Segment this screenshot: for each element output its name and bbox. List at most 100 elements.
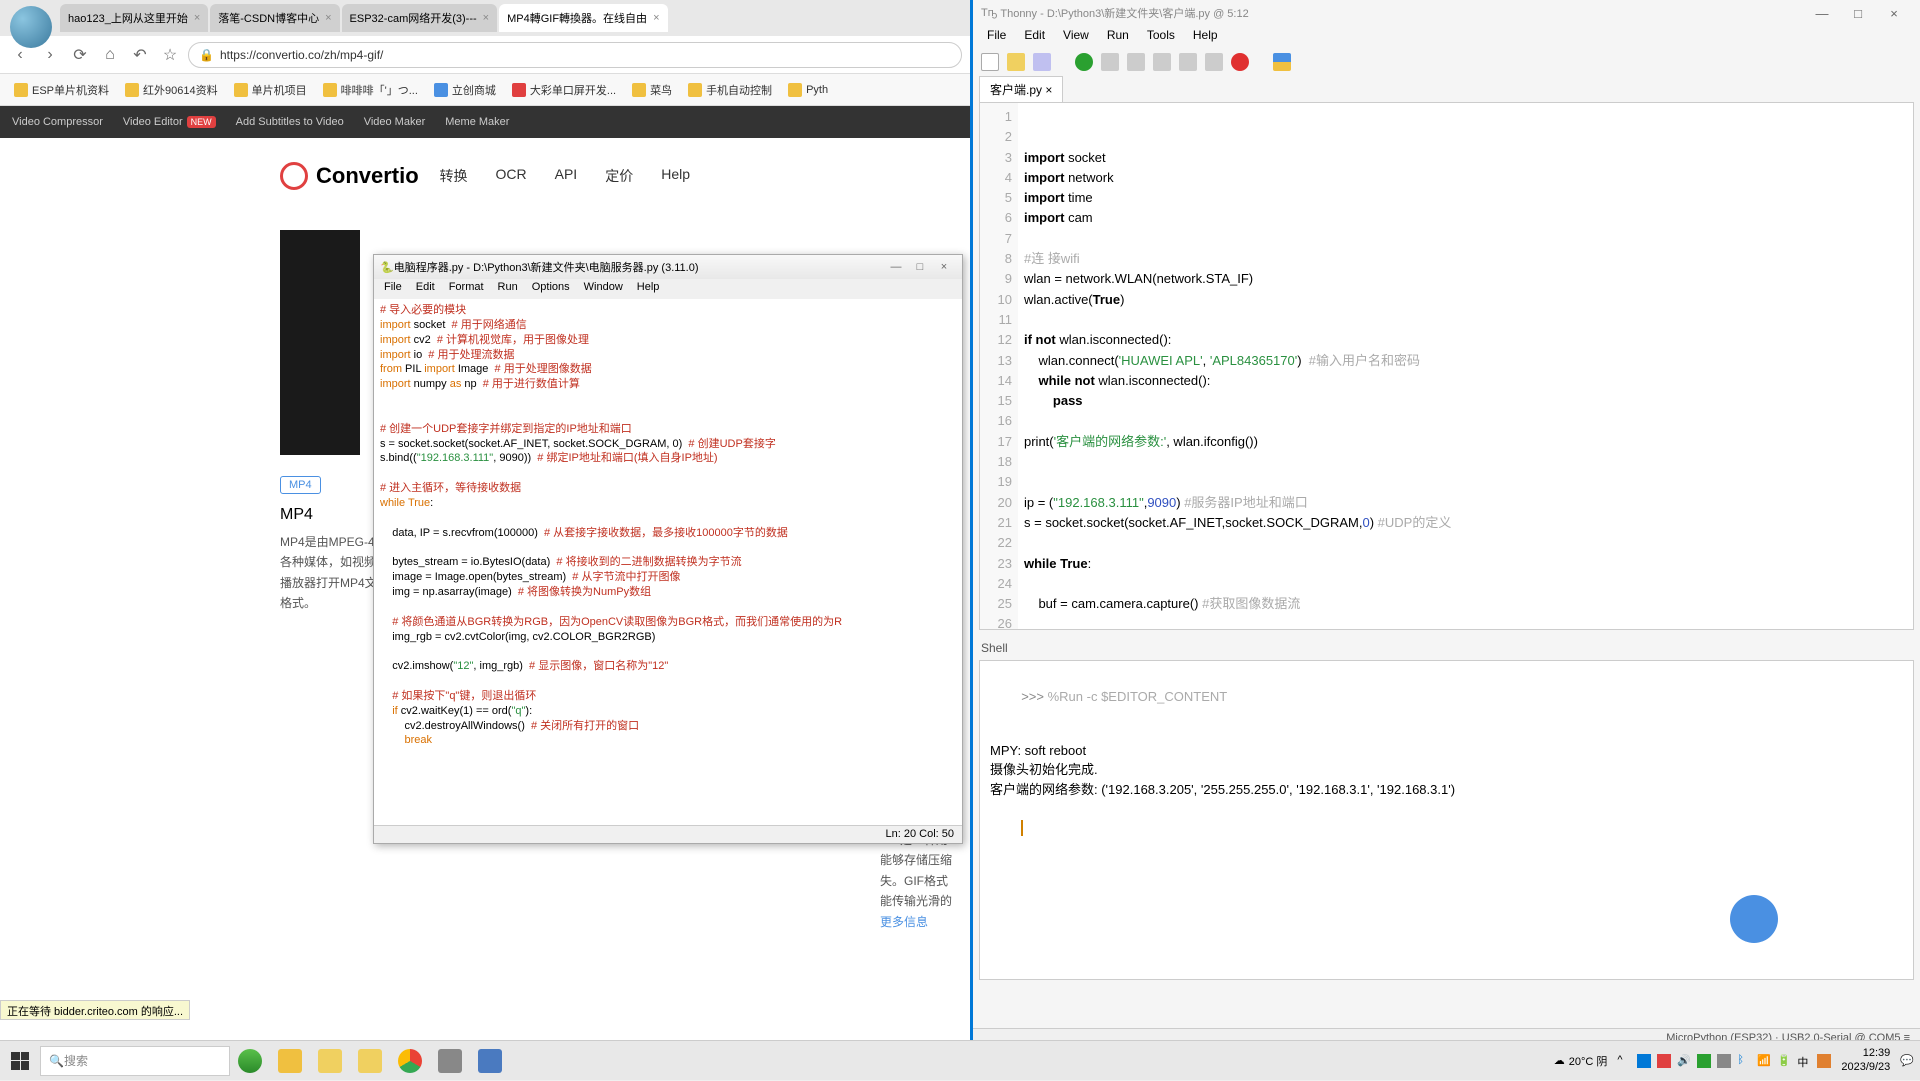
toolbar-link[interactable]: Add Subtitles to Video xyxy=(236,116,344,128)
nav-link[interactable]: 转换 xyxy=(440,166,468,186)
browser-tab-active[interactable]: MP4轉GIF轉換器。在线自由× xyxy=(499,4,667,32)
menu-item[interactable]: File xyxy=(979,26,1014,48)
menu-item[interactable]: Window xyxy=(578,279,629,299)
menu-item[interactable]: Run xyxy=(1099,26,1137,48)
tray-icon[interactable] xyxy=(1697,1054,1711,1068)
editor-tab[interactable]: 客户端.py × xyxy=(979,76,1063,102)
code-editor[interactable]: # 导入必要的模块import socket # 用于网络通信import cv… xyxy=(374,299,962,819)
menu-item[interactable]: Help xyxy=(631,279,666,299)
home-button[interactable]: ⌂ xyxy=(98,43,122,67)
menu-item[interactable]: Help xyxy=(1185,26,1226,48)
title-bar[interactable]: 🐍 电脑程序器.py - D:\Python3\新建文件夹\电脑服务器.py (… xyxy=(374,255,962,279)
nav-link[interactable]: OCR xyxy=(496,166,527,186)
maximize-button[interactable]: □ xyxy=(1840,6,1876,21)
bookmark[interactable]: 红外90614资料 xyxy=(119,80,224,100)
task-icon[interactable] xyxy=(232,1043,268,1079)
code-area[interactable]: import socketimport networkimport timeim… xyxy=(1018,103,1913,629)
nav-link[interactable]: Help xyxy=(661,166,690,186)
title-bar[interactable]: Tҧ Thonny - D:\Python3\新建文件夹\客户端.py @ 5:… xyxy=(973,0,1920,26)
nav-link[interactable]: API xyxy=(555,166,578,186)
site-logo[interactable]: Convertio xyxy=(280,162,419,190)
nav-link[interactable]: 定价 xyxy=(605,166,633,186)
weather-widget[interactable]: ☁ 20°C 阴 xyxy=(1554,1053,1608,1069)
tray-icon[interactable] xyxy=(1817,1054,1831,1068)
debug-step-button[interactable] xyxy=(1101,53,1119,71)
menu-item[interactable]: Tools xyxy=(1139,26,1183,48)
taskbar-clock[interactable]: 12:39 2023/9/23 xyxy=(1841,1047,1890,1073)
menu-item[interactable]: Edit xyxy=(1016,26,1053,48)
star-icon[interactable]: ☆ xyxy=(158,43,182,67)
step-into-button[interactable] xyxy=(1153,53,1171,71)
browser-tab[interactable]: hao123_上网从这里开始× xyxy=(60,4,208,32)
browser-tab[interactable]: 落笔-CSDN博客中心× xyxy=(210,4,339,32)
bookmark[interactable]: 手机自动控制 xyxy=(682,80,778,100)
tab-strip: hao123_上网从这里开始× 落笔-CSDN博客中心× ESP32-cam网络… xyxy=(0,0,970,36)
chat-bubble-button[interactable] xyxy=(1730,895,1778,943)
volume-icon[interactable]: 🔊 xyxy=(1677,1054,1691,1068)
reload-button[interactable]: ⟳ xyxy=(68,43,92,67)
bookmark[interactable]: 大彩单口屏开发... xyxy=(506,80,622,100)
toolbar-link[interactable]: Video Maker xyxy=(364,116,426,128)
toolbar-link[interactable]: Video Compressor xyxy=(12,116,103,128)
menu-item[interactable]: Edit xyxy=(410,279,441,299)
new-file-button[interactable] xyxy=(981,53,999,71)
task-icon[interactable] xyxy=(272,1043,308,1079)
menu-item[interactable]: Format xyxy=(443,279,490,299)
close-icon[interactable]: × xyxy=(194,12,200,24)
bookmark[interactable]: Pyth xyxy=(782,81,834,99)
address-bar: ‹ › ⟳ ⌂ ↶ ☆ 🔒https://convertio.co/zh/mp4… xyxy=(0,36,970,74)
step-over-button[interactable] xyxy=(1127,53,1145,71)
bookmark[interactable]: ESP单片机资料 xyxy=(8,80,115,100)
close-button[interactable]: × xyxy=(1876,6,1912,21)
notifications-icon[interactable]: 💬 xyxy=(1900,1054,1914,1067)
taskbar: 🔍 搜索 ☁ 20°C 阴 ^ 🔊 ᛒ 📶 🔋 中 12:39 2023/9/2… xyxy=(0,1040,1920,1080)
close-icon[interactable]: × xyxy=(483,12,489,24)
open-file-button[interactable] xyxy=(1007,53,1025,71)
undo-icon[interactable]: ↶ xyxy=(128,43,152,67)
menu-item[interactable]: View xyxy=(1055,26,1097,48)
profile-avatar[interactable] xyxy=(10,6,52,48)
save-button[interactable] xyxy=(1033,53,1051,71)
close-icon[interactable]: × xyxy=(653,12,659,24)
chrome-icon[interactable] xyxy=(392,1043,428,1079)
step-out-button[interactable] xyxy=(1179,53,1197,71)
shell-command: %Run -c $EDITOR_CONTENT xyxy=(1048,689,1228,704)
task-icon[interactable] xyxy=(352,1043,388,1079)
browser-tab[interactable]: ESP32-cam网络开发(3)---× xyxy=(342,4,498,32)
url-input[interactable]: 🔒https://convertio.co/zh/mp4-gif/ xyxy=(188,42,962,68)
task-icon[interactable] xyxy=(312,1043,348,1079)
tray-chevron-icon[interactable]: ^ xyxy=(1617,1054,1631,1068)
tray-icon[interactable] xyxy=(1717,1054,1731,1068)
close-icon[interactable]: × xyxy=(325,12,331,24)
close-button[interactable]: × xyxy=(932,261,956,273)
menu-item[interactable]: File xyxy=(378,279,408,299)
minimize-button[interactable]: — xyxy=(1804,6,1840,21)
taskbar-search[interactable]: 🔍 搜索 xyxy=(40,1046,230,1076)
bookmark[interactable]: 啡啡啡「'」つ... xyxy=(317,80,424,100)
toolbar-link[interactable]: Video EditorNEW xyxy=(123,116,216,128)
more-link[interactable]: 更多信息 xyxy=(880,912,952,932)
onedrive-icon[interactable] xyxy=(1637,1054,1651,1068)
ukraine-flag-icon[interactable] xyxy=(1273,53,1291,71)
minimize-button[interactable]: — xyxy=(884,261,908,273)
code-editor[interactable]: 1234567891011121314151617181920212223242… xyxy=(979,102,1914,630)
resume-button[interactable] xyxy=(1205,53,1223,71)
idle-task-icon[interactable] xyxy=(472,1043,508,1079)
bookmark[interactable]: 单片机项目 xyxy=(228,80,313,100)
bluetooth-icon[interactable]: ᛒ xyxy=(1737,1054,1751,1068)
toolbar-link[interactable]: Meme Maker xyxy=(445,116,509,128)
stop-button[interactable] xyxy=(1231,53,1249,71)
bookmark[interactable]: 菜鸟 xyxy=(626,80,678,100)
wifi-icon[interactable]: 📶 xyxy=(1757,1054,1771,1068)
menu-item[interactable]: Run xyxy=(492,279,524,299)
menu-item[interactable]: Options xyxy=(526,279,576,299)
tray-icon[interactable] xyxy=(1657,1054,1671,1068)
battery-icon[interactable]: 🔋 xyxy=(1777,1054,1791,1068)
run-button[interactable] xyxy=(1075,53,1093,71)
task-icon[interactable] xyxy=(432,1043,468,1079)
start-button[interactable] xyxy=(0,1041,40,1081)
bookmark[interactable]: 立创商城 xyxy=(428,80,502,100)
maximize-button[interactable]: □ xyxy=(908,261,932,273)
ime-icon[interactable]: 中 xyxy=(1797,1054,1811,1068)
forward-button[interactable]: › xyxy=(38,43,62,67)
